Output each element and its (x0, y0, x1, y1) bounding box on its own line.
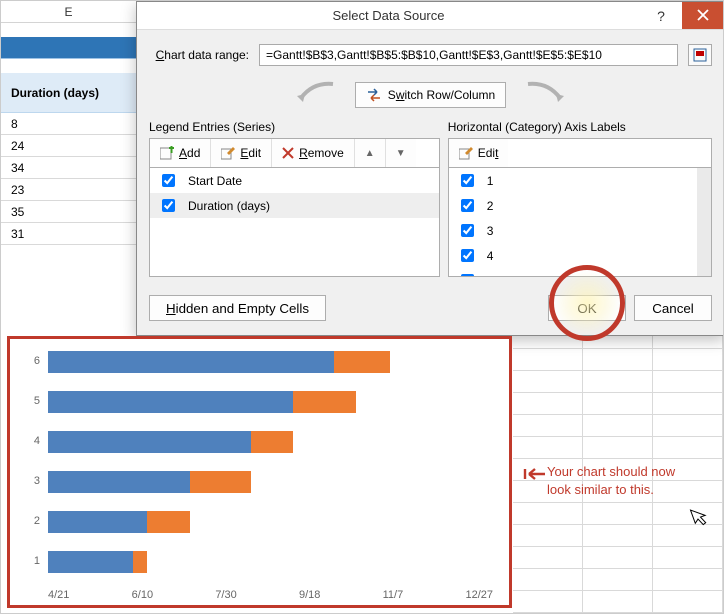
add-icon (160, 146, 174, 160)
chart-x-tick: 11/7 (383, 589, 404, 601)
category-row[interactable]: 3 (449, 218, 697, 243)
chart-bar-segment-duration (334, 351, 390, 373)
chart-y-label: 6 (26, 355, 40, 367)
help-button[interactable]: ? (640, 2, 682, 29)
series-toolbar: AddAdd EditEdit RemoveRemove ▲ ▼ (149, 138, 440, 167)
series-checkbox[interactable] (162, 174, 175, 187)
chart-bar-segment-duration (147, 511, 190, 533)
category-label: 4 (487, 249, 494, 263)
chart-y-label: 1 (26, 555, 40, 567)
range-selector-button[interactable] (688, 44, 712, 66)
category-label: 1 (487, 174, 494, 188)
series-row[interactable]: Start Date (150, 168, 439, 193)
select-data-source-dialog: Select Data Source ? Chart Chart data ra… (136, 1, 724, 336)
cell[interactable]: 23 (1, 179, 136, 201)
category-label: 5 (487, 274, 494, 278)
chart-bar-row (48, 351, 491, 373)
ok-button[interactable]: OK (548, 295, 626, 321)
gantt-chart-preview: 6 5 4 3 2 1 4/21 6/10 7/30 9/18 11/7 12/27 (7, 336, 512, 608)
chart-y-label: 4 (26, 435, 40, 447)
chart-bar-segment-start (48, 551, 133, 573)
switch-icon (366, 88, 382, 102)
category-row[interactable]: 2 (449, 193, 697, 218)
column-header: Duration (days) (1, 73, 136, 113)
close-icon (697, 9, 709, 21)
arrow-left-icon (523, 467, 545, 481)
add-series-button[interactable]: AddAdd (150, 139, 211, 167)
series-row[interactable]: Duration (days) (150, 193, 439, 218)
chart-x-tick: 7/30 (215, 589, 236, 601)
category-axis-header: Horizontal (Category) Axis Labels (448, 120, 712, 134)
chart-bar-row (48, 471, 491, 493)
chart-data-range-input[interactable] (259, 44, 678, 66)
remove-series-button[interactable]: RemoveRemove (272, 139, 355, 167)
cell[interactable]: 8 (1, 113, 136, 135)
chart-x-tick: 12/27 (465, 589, 493, 601)
chart-x-axis: 4/21 6/10 7/30 9/18 11/7 12/27 (48, 589, 493, 601)
category-checkbox[interactable] (461, 274, 474, 277)
column-letter: E (1, 1, 136, 23)
edit-icon (459, 146, 473, 160)
chart-bar-row (48, 551, 491, 573)
chart-y-label: 5 (26, 395, 40, 407)
annotation-text: Your chart should now look similar to th… (547, 463, 675, 498)
category-label: 2 (487, 199, 494, 213)
chart-bar-segment-duration (293, 391, 356, 413)
arrow-right-icon (524, 80, 568, 110)
remove-icon (282, 147, 294, 159)
hidden-empty-cells-button[interactable]: Hidden and Empty CellsHidden and Empty C… (149, 295, 326, 321)
chart-x-tick: 6/10 (132, 589, 153, 601)
series-checkbox[interactable] (162, 199, 175, 212)
series-listbox[interactable]: Start Date Duration (days) (149, 167, 440, 277)
category-label: 3 (487, 224, 494, 238)
chart-bar-segment-start (48, 511, 147, 533)
chart-bar-segment-start (48, 471, 190, 493)
chart-bar-segment-duration (190, 471, 251, 493)
collapse-dialog-icon (693, 48, 707, 62)
scrollbar[interactable] (697, 168, 711, 276)
chart-x-tick: 9/18 (299, 589, 320, 601)
chart-y-label: 3 (26, 475, 40, 487)
dialog-title: Select Data Source (137, 2, 640, 29)
chart-bar-segment-start (48, 391, 293, 413)
chart-y-label: 2 (26, 515, 40, 527)
category-row[interactable]: 5 (449, 268, 697, 277)
legend-entries-header: Legend Entries (Series) (149, 120, 440, 134)
category-checkbox[interactable] (461, 224, 474, 237)
category-row[interactable]: 4 (449, 243, 697, 268)
chart-bar-row (48, 511, 491, 533)
switch-row-column-button[interactable]: Switch Row/Column Switch Row/Column (355, 82, 506, 108)
cell[interactable]: 24 (1, 135, 136, 157)
category-checkbox[interactable] (461, 199, 474, 212)
chart-bar-segment-duration (251, 431, 292, 453)
move-up-button[interactable]: ▲ (355, 139, 386, 167)
selected-header-bar (1, 37, 136, 59)
edit-series-button[interactable]: EditEdit (211, 139, 272, 167)
arrow-left-icon (293, 80, 337, 110)
spreadsheet-column: E Duration (days) 82434233531 (1, 1, 136, 245)
cancel-button[interactable]: Cancel (634, 295, 712, 321)
chart-bar-row (48, 431, 491, 453)
cell[interactable]: 34 (1, 157, 136, 179)
edit-category-button[interactable]: EditEdit (449, 139, 509, 167)
chart-x-tick: 4/21 (48, 589, 69, 601)
close-button[interactable] (682, 2, 724, 29)
series-label: Start Date (188, 174, 242, 188)
category-row[interactable]: 1 (449, 168, 697, 193)
chart-bar-segment-start (48, 431, 251, 453)
cell[interactable]: 35 (1, 201, 136, 223)
series-label: Duration (days) (188, 199, 270, 213)
category-toolbar: EditEdit (448, 138, 712, 167)
chart-bar-segment-duration (133, 551, 147, 573)
chart-bar-row (48, 391, 491, 413)
move-down-button[interactable]: ▼ (386, 139, 416, 167)
cell[interactable]: 31 (1, 223, 136, 245)
edit-icon (221, 146, 235, 160)
chart-data-range-label: Chart Chart data range:data range: (149, 48, 249, 62)
chart-bar-segment-start (48, 351, 334, 373)
category-checkbox[interactable] (461, 174, 474, 187)
category-checkbox[interactable] (461, 249, 474, 262)
category-listbox[interactable]: 1 2 3 4 5 (448, 167, 712, 277)
